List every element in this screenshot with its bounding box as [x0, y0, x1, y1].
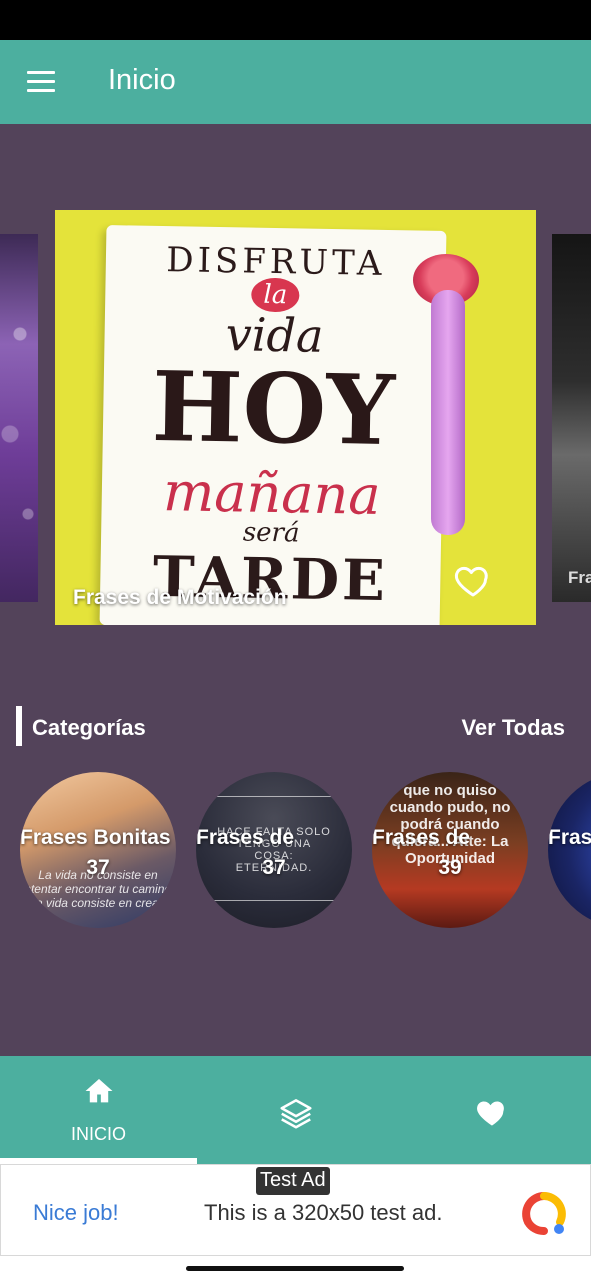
- layers-icon: [280, 1099, 312, 1129]
- category-item[interactable]: Fras: [548, 772, 591, 928]
- image-divider: [196, 900, 352, 901]
- page-title: Inicio: [108, 64, 176, 96]
- carousel-card-label: Frases de Motivación: [73, 586, 287, 609]
- category-label: Frases de: [196, 826, 295, 849]
- category-count: 37: [86, 856, 110, 879]
- hamburger-menu-icon[interactable]: [24, 68, 60, 96]
- heart-icon: [477, 1101, 504, 1126]
- app-bar: Inicio: [0, 40, 591, 124]
- nav-item-home[interactable]: INICIO: [0, 1056, 197, 1164]
- ad-text: This is a 320x50 test ad.: [204, 1200, 443, 1225]
- nav-item-categories[interactable]: [197, 1056, 394, 1164]
- card-image: DISFRUTA la vida HOY mañana será TARDE: [99, 225, 447, 625]
- carousel-card-next[interactable]: Fra: [552, 234, 591, 602]
- nav-item-favorites[interactable]: [394, 1056, 591, 1164]
- category-count: 39: [438, 856, 462, 879]
- ad-headline: Nice job!: [33, 1200, 119, 1225]
- category-image-text: que no quiso cuando pudo, no podrá cuand…: [389, 782, 511, 867]
- category-label: Fras: [548, 826, 591, 849]
- see-all-link[interactable]: Ver Todas: [461, 715, 565, 741]
- status-bar: [0, 0, 591, 40]
- image-text-line: HOY: [150, 349, 396, 468]
- home-icon: [85, 1078, 113, 1103]
- category-label: Frases de: [372, 826, 471, 849]
- category-item[interactable]: que no quiso cuando pudo, no podrá cuand…: [372, 772, 528, 928]
- nav-item-label: INICIO: [70, 1124, 126, 1144]
- home-indicator[interactable]: [186, 1266, 404, 1271]
- section-accent-bar: [16, 706, 22, 746]
- carousel-card-previous[interactable]: [0, 234, 38, 602]
- section-title: Categorías: [32, 715, 146, 740]
- category-item[interactable]: HACE FALTA SOLO TENGO UNA COSA: ETERNIDA…: [196, 772, 352, 928]
- image-divider: [196, 796, 352, 797]
- heart-outline-icon[interactable]: [453, 560, 493, 600]
- category-count: 37: [262, 856, 286, 879]
- category-item[interactable]: La vida no consiste en intentar encontra…: [20, 772, 176, 928]
- ad-banner[interactable]: Test Ad Nice job! This is a 320x50 test …: [0, 1164, 591, 1256]
- carousel-card-next-label: Fra: [568, 568, 591, 587]
- gesture-area: [0, 1256, 591, 1280]
- carousel-card-main[interactable]: DISFRUTA la vida HOY mañana será TARDE F…: [55, 210, 536, 625]
- bottom-nav: INICIO: [0, 1056, 591, 1164]
- main-content: Fra DISFRUTA la vida HOY mañana será TAR…: [0, 124, 591, 1056]
- test-ad-badge: Test Ad: [256, 1167, 330, 1195]
- category-label: Frases Bonitas: [20, 826, 171, 849]
- categories-header: Categorías Ver Todas: [0, 706, 591, 746]
- admob-logo-icon: [522, 1192, 566, 1235]
- pen-decoration: [431, 290, 465, 535]
